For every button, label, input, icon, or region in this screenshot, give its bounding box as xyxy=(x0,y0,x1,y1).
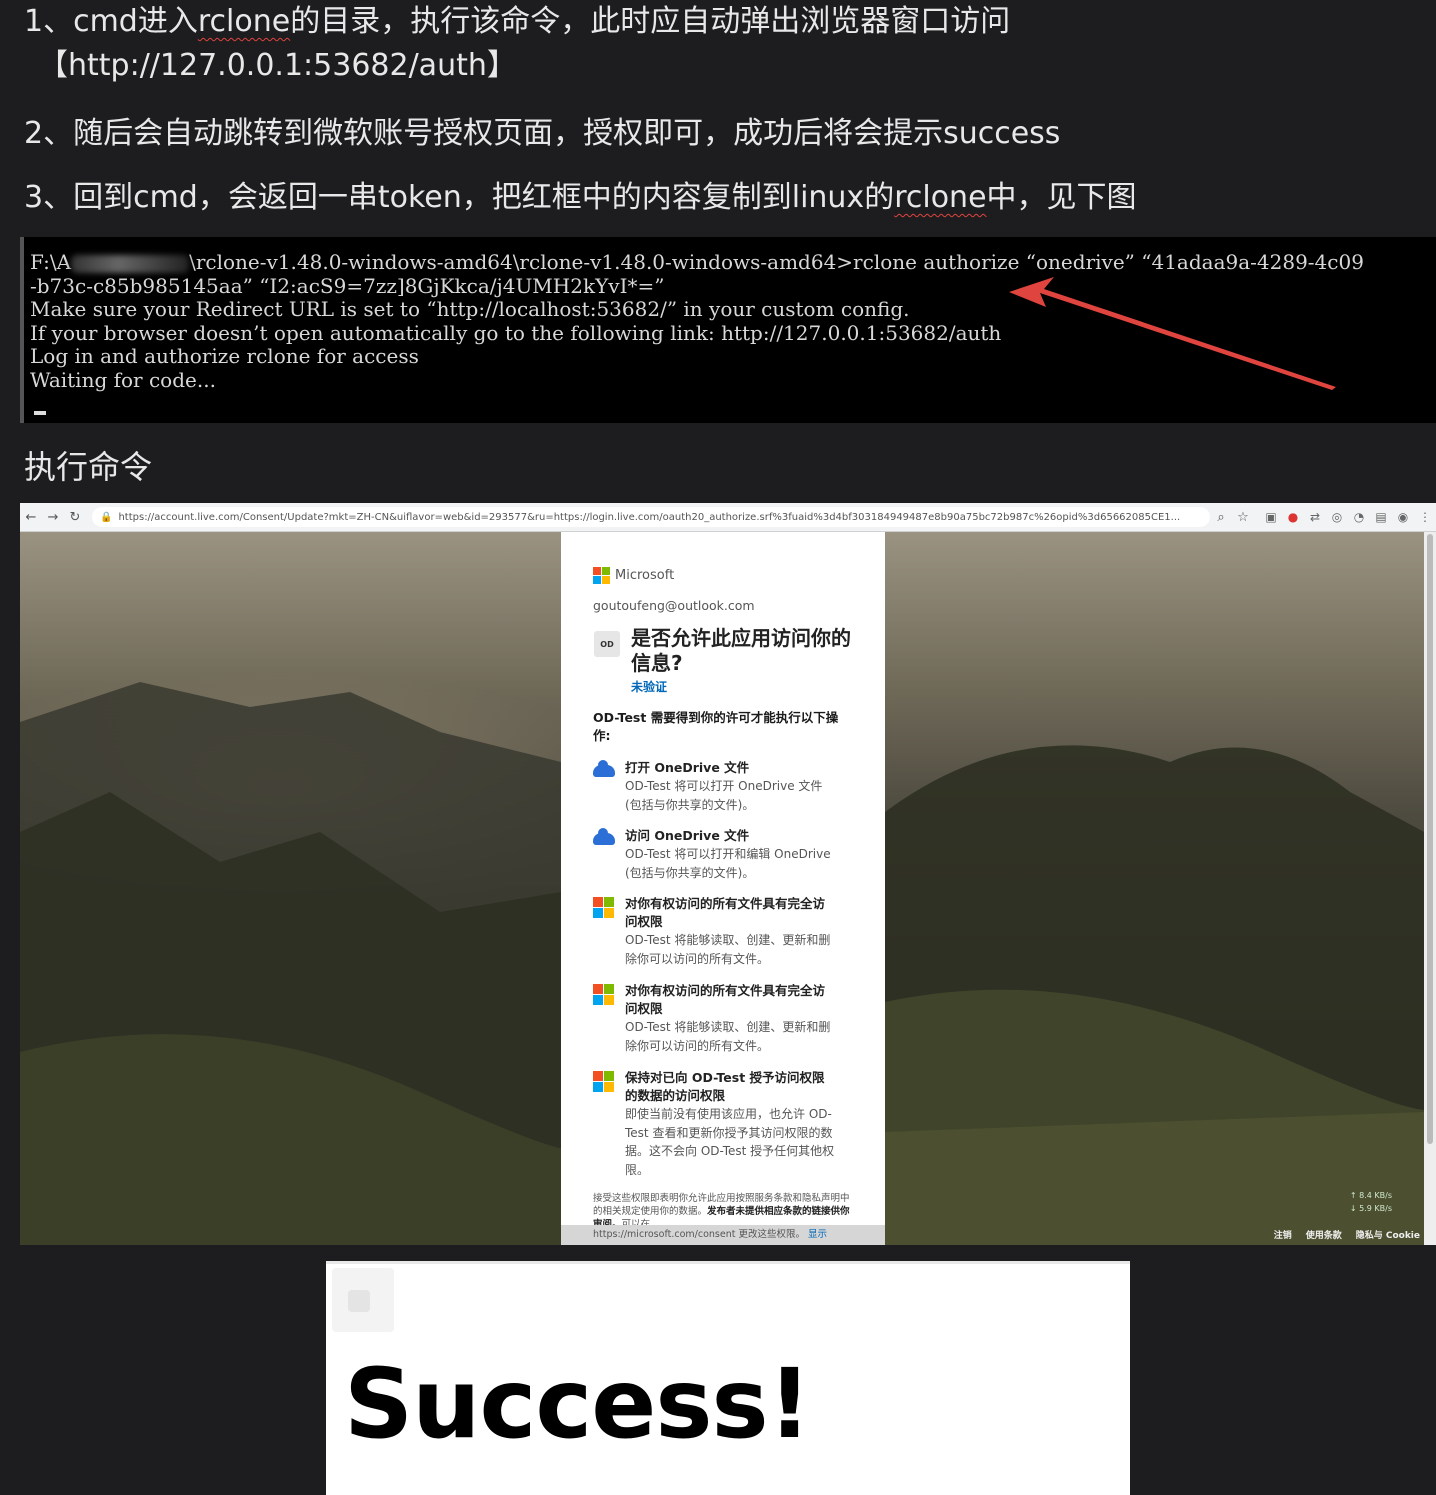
network-speed-widget: ↑ 8.4 KB/s ↓ 5.9 KB/s xyxy=(1350,1189,1392,1215)
permission-item: 对你有权访问的所有文件具有完全访问权限 OD-Test 将能够读取、创建、更新和… xyxy=(593,982,853,1055)
terms-link[interactable]: 使用条款 xyxy=(1306,1228,1342,1241)
show-link[interactable]: 显示 xyxy=(808,1229,827,1240)
permission-desc: OD-Test 将能够读取、创建、更新和删除你可以访问的所有文件。 xyxy=(625,1020,831,1053)
extension-icon[interactable]: ▣ xyxy=(1264,510,1278,524)
address-url: https://account.live.com/Consent/Update?… xyxy=(118,511,1181,523)
bookmark-star-icon[interactable]: ☆ xyxy=(1232,510,1254,525)
microsoft-logo-icon xyxy=(593,1071,617,1092)
microsoft-logo-icon xyxy=(593,984,617,1005)
extension-icon[interactable]: ◎ xyxy=(1330,510,1344,524)
privacy-cookie-link[interactable]: 隐私与 Cookie xyxy=(1356,1228,1420,1241)
dialog-bottom-bar: https://microsoft.com/consent 更改这些权限。 显示 xyxy=(561,1225,885,1245)
microsoft-brand: Microsoft xyxy=(593,567,674,584)
terminal-output: F:\A \rclone-v1.48.0-windows-amd64\rclone… xyxy=(24,237,1436,392)
browser-screenshot: ← → ↻ 🔒 https://account.live.com/Consent… xyxy=(20,503,1436,1245)
cmd-terminal-screenshot: F:\A \rclone-v1.48.0-windows-amd64\rclone… xyxy=(20,237,1436,423)
step-1-url: 【http://127.0.0.1:53682/auth】 xyxy=(38,48,517,83)
step-3-rclone-word: rclone xyxy=(894,180,987,215)
zoom-icon[interactable]: ⌕ xyxy=(1210,510,1232,525)
extension-icon[interactable]: ◔ xyxy=(1352,510,1366,524)
consent-dialog: Microsoft goutoufeng@outlook.com OD 是否允许… xyxy=(561,532,885,1245)
placeholder-icon xyxy=(332,1268,394,1332)
step-3-text: 3、回到cmd，会返回一串token，把红框中的内容复制到linux的rclon… xyxy=(24,176,1137,220)
permission-title: 保持对已向 OD-Test 授予访问权限的数据的访问权限 xyxy=(625,1070,825,1103)
terminal-line-2: -b73c-c85b985145aa” “I2:acS9=7zz]8GjKkca… xyxy=(30,273,665,298)
menu-dots-icon[interactable]: ⋮ xyxy=(1418,510,1432,524)
permission-title: 打开 OneDrive 文件 xyxy=(625,760,750,775)
app-badge-icon: OD xyxy=(594,631,620,657)
permission-item: 对你有权访问的所有文件具有完全访问权限 OD-Test 将能够读取、创建、更新和… xyxy=(593,895,853,968)
page-scrollbar[interactable] xyxy=(1424,532,1436,1245)
extension-icons: ▣ ● ⇄ ◎ ◔ ▤ ◉ ⋮ xyxy=(1264,510,1432,524)
step-1-suffix: 的目录，执行该命令，此时应自动弹出浏览器窗口访问 xyxy=(290,4,1011,39)
redacted-path xyxy=(71,254,190,273)
step-1-rclone-word: rclone xyxy=(197,4,291,39)
onedrive-cloud-icon xyxy=(593,760,615,777)
step-3-suffix: 中，见下图 xyxy=(986,180,1137,215)
upload-speed: ↑ 8.4 KB/s xyxy=(1349,1191,1392,1200)
permission-title: 访问 OneDrive 文件 xyxy=(625,828,750,843)
permission-desc: OD-Test 将能够读取、创建、更新和删除你可以访问的所有文件。 xyxy=(625,933,831,966)
permission-title: 对你有权访问的所有文件具有完全访问权限 xyxy=(625,983,826,1016)
permission-item: 访问 OneDrive 文件 OD-Test 将可以打开和编辑 OneDrive… xyxy=(593,827,853,882)
terminal-line-1a: F:\A xyxy=(30,250,72,274)
success-screenshot: Success! xyxy=(326,1261,1130,1495)
step-2-text: 2、随后会自动跳转到微软账号授权页面，授权即可，成功后将会提示success xyxy=(24,116,1061,151)
terminal-line-6: Waiting for code... xyxy=(30,367,216,392)
terminal-line-1b: \rclone-v1.48.0-windows-amd64\rclone-v1.… xyxy=(189,250,1364,274)
account-email: goutoufeng@outlook.com xyxy=(593,598,755,613)
microsoft-logo-icon xyxy=(593,567,610,584)
back-arrow-icon[interactable]: ← xyxy=(20,510,42,525)
onedrive-cloud-icon xyxy=(593,828,615,845)
terminal-line-3: Make sure your Redirect URL is set to “h… xyxy=(30,297,910,321)
success-message: Success! xyxy=(344,1348,811,1460)
caption-execute-command: 执行命令 xyxy=(24,448,153,486)
reload-icon[interactable]: ↻ xyxy=(64,510,86,525)
forward-arrow-icon[interactable]: → xyxy=(42,510,64,525)
terminal-line-4: If your browser doesn’t open automatical… xyxy=(30,320,1002,345)
unverified-link[interactable]: 未验证 xyxy=(631,678,667,695)
permission-desc: 即使当前没有使用该应用，也允许 OD-Test 查看和更新你授予其访问权限的数据… xyxy=(625,1107,835,1177)
permission-desc: OD-Test 将可以打开 OneDrive 文件(包括与你共享的文件)。 xyxy=(625,779,823,812)
dialog-title: 是否允许此应用访问你的信息? xyxy=(631,626,851,675)
consent-url-text: https://microsoft.com/consent 更改这些权限。 xyxy=(593,1229,805,1240)
page-footer-links: 注销 使用条款 隐私与 Cookie xyxy=(1274,1228,1420,1241)
brand-name: Microsoft xyxy=(615,568,675,583)
download-speed: ↓ 5.9 KB/s xyxy=(1349,1204,1392,1213)
permission-intro: OD-Test 需要得到你的许可才能执行以下操作: xyxy=(593,710,839,743)
browser-toolbar: ← → ↻ 🔒 https://account.live.com/Consent… xyxy=(20,503,1436,532)
profile-icon[interactable]: ◉ xyxy=(1396,510,1410,524)
permission-item: 打开 OneDrive 文件 OD-Test 将可以打开 OneDrive 文件… xyxy=(593,759,853,814)
adblock-icon[interactable]: ● xyxy=(1286,510,1300,524)
step-1-text: 1、cmd进入rclone的目录，执行该命令，此时应自动弹出浏览器窗口访问 【h… xyxy=(24,0,1010,88)
terminal-cursor xyxy=(34,411,46,415)
permission-item: 保持对已向 OD-Test 授予访问权限的数据的访问权限 即使当前没有使用该应用… xyxy=(593,1069,853,1179)
lock-icon: 🔒 xyxy=(100,511,113,523)
terminal-line-5: Log in and authorize rclone for access xyxy=(30,344,419,368)
microsoft-logo-icon xyxy=(593,897,617,918)
sign-out-link[interactable]: 注销 xyxy=(1274,1228,1292,1241)
step-1-prefix: 1、cmd进入 xyxy=(24,4,198,39)
permission-desc: OD-Test 将可以打开和编辑 OneDrive (包括与你共享的文件)。 xyxy=(625,847,831,880)
extension-icon[interactable]: ▤ xyxy=(1374,510,1388,524)
permission-title: 对你有权访问的所有文件具有完全访问权限 xyxy=(625,896,826,929)
step-3-prefix: 3、回到cmd，会返回一串token，把红框中的内容复制到linux的 xyxy=(24,180,895,215)
extension-icon[interactable]: ⇄ xyxy=(1308,510,1322,524)
address-bar[interactable]: 🔒 https://account.live.com/Consent/Updat… xyxy=(92,507,1210,527)
